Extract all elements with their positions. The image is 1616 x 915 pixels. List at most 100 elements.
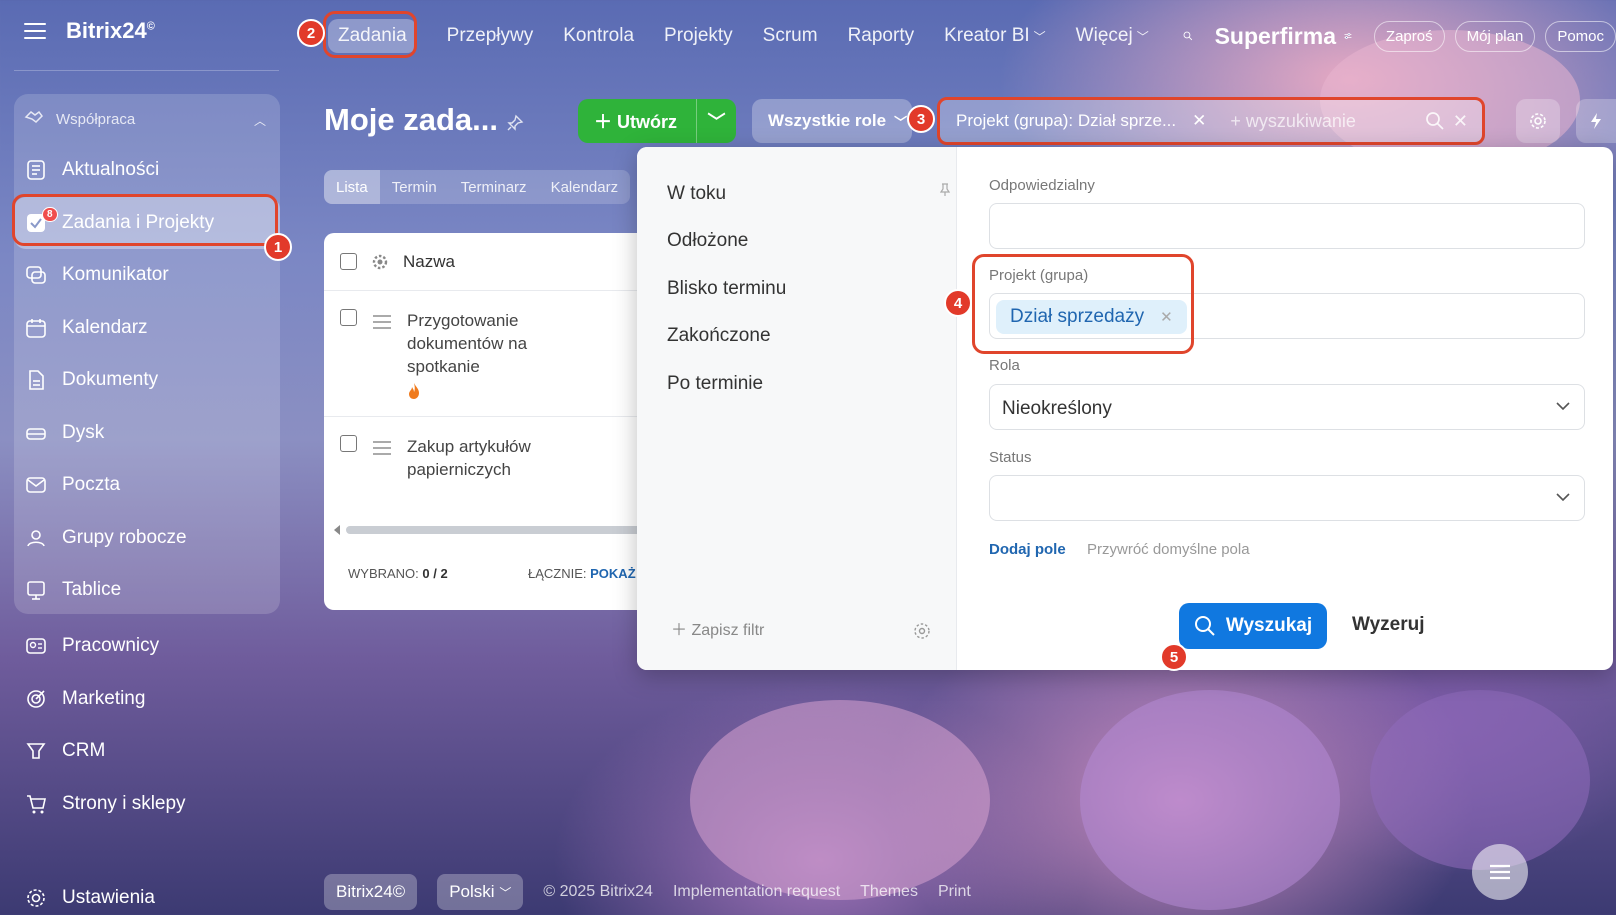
- preset-zakonczone[interactable]: Zakończone: [667, 325, 771, 347]
- task-title[interactable]: Przygotowanie dokumentów na spotkanie: [407, 309, 547, 378]
- role-select[interactable]: Nieokreślony: [989, 384, 1585, 430]
- print-link[interactable]: Print: [938, 883, 971, 901]
- sidebar-section-header[interactable]: Współpraca ︿: [14, 94, 280, 144]
- preset-w-toku[interactable]: W toku: [667, 183, 726, 205]
- grid-settings-button[interactable]: [1516, 99, 1560, 143]
- footer-brand[interactable]: Bitrix24©: [324, 874, 418, 910]
- select-all-checkbox[interactable]: [340, 253, 357, 270]
- tab-kalendarz[interactable]: Kalendarz: [539, 170, 631, 204]
- preset-blisko-terminu[interactable]: Blisko terminu: [667, 278, 786, 300]
- implementation-request-link[interactable]: Implementation request: [673, 883, 840, 901]
- gear-icon[interactable]: [371, 253, 389, 271]
- tab-terminarz[interactable]: Terminarz: [449, 170, 539, 204]
- highlight-zadania-projekty: [12, 194, 278, 246]
- filter-search-bar[interactable]: Projekt (grupa): Dział sprze... ✕ + wyszu…: [937, 97, 1485, 145]
- nav-wiecej[interactable]: Więcej ﹀: [1076, 25, 1149, 47]
- menu-burger-icon[interactable]: [24, 23, 46, 39]
- restore-fields-link[interactable]: Przywróć domyślne pola: [1087, 541, 1250, 558]
- automation-button[interactable]: [1576, 99, 1616, 143]
- sidebar-divider: [14, 70, 279, 71]
- row-checkbox[interactable]: [340, 309, 357, 326]
- add-field-link[interactable]: Dodaj pole: [989, 541, 1066, 558]
- search-button[interactable]: Wyszukaj: [1179, 603, 1327, 649]
- sidebar-item-crm[interactable]: CRM: [14, 725, 280, 778]
- nav-kreator-bi[interactable]: Kreator BI ﹀: [944, 25, 1046, 47]
- sidebar: Bitrix24© Współpraca ︿ Aktualności 8 Zad…: [0, 0, 292, 915]
- search-icon[interactable]: [1425, 111, 1445, 131]
- row-checkbox[interactable]: [340, 435, 357, 452]
- handshake-icon: [24, 107, 44, 131]
- task-title[interactable]: Zakup artykułów papierniczych: [407, 435, 547, 517]
- show-total-link[interactable]: POKAŻ: [590, 566, 636, 581]
- roles-dropdown[interactable]: Wszystkie role ﹀: [752, 99, 912, 143]
- horizontal-scrollbar[interactable]: [332, 524, 662, 536]
- gear-icon[interactable]: [913, 622, 931, 640]
- my-plan-button[interactable]: Mój plan: [1454, 20, 1536, 52]
- preset-po-terminie[interactable]: Po terminie: [667, 373, 763, 395]
- sidebar-item-komunikator[interactable]: Komunikator: [14, 249, 280, 302]
- invite-button[interactable]: Zaproś: [1373, 20, 1445, 52]
- preset-odlozone[interactable]: Odłożone: [667, 230, 748, 252]
- nav-projekty[interactable]: Projekty: [664, 25, 733, 47]
- sidebar-item-label: Dokumenty: [62, 369, 159, 391]
- save-filter-button[interactable]: ＋ Zapisz filtr: [671, 616, 764, 640]
- sidebar-item-pracownicy[interactable]: Pracownicy: [14, 620, 280, 673]
- crm-icon: [24, 739, 48, 763]
- sidebar-item-strony[interactable]: Strony i sklepy: [14, 778, 280, 831]
- clear-icon[interactable]: ✕: [1453, 111, 1468, 132]
- drag-handle-icon[interactable]: [373, 441, 391, 455]
- table-row[interactable]: Zakup artykułów papierniczych: [324, 417, 664, 517]
- sidebar-item-dokumenty[interactable]: Dokumenty: [14, 354, 280, 407]
- sidebar-item-poczta[interactable]: Poczta: [14, 459, 280, 512]
- company-name[interactable]: Superfirma: [1215, 23, 1336, 50]
- chevron-down-icon: ﹀: [1136, 30, 1149, 44]
- help-button[interactable]: Pomoc: [1545, 20, 1616, 52]
- chevron-up-icon[interactable]: ︿: [254, 112, 266, 129]
- sidebar-item-label: Poczta: [62, 474, 121, 496]
- themes-link[interactable]: Themes: [860, 883, 918, 901]
- nav-kontrola[interactable]: Kontrola: [563, 25, 634, 47]
- sidebar-item-kalendarz[interactable]: Kalendarz: [14, 302, 280, 355]
- table-row[interactable]: Przygotowanie dokumentów na spotkanie: [324, 291, 664, 417]
- reset-button[interactable]: Wyzeruj: [1352, 614, 1425, 636]
- sidebar-item-ustawienia[interactable]: Ustawienia: [14, 872, 280, 915]
- close-icon[interactable]: ✕: [1192, 111, 1206, 130]
- sidebar-item-label: Aktualności: [62, 159, 160, 181]
- scrollbar-thumb[interactable]: [346, 526, 662, 534]
- pin-icon[interactable]: [506, 114, 524, 132]
- nav-przeplywy[interactable]: Przepływy: [447, 25, 534, 47]
- tab-lista[interactable]: Lista: [324, 170, 380, 204]
- language-select[interactable]: Polski ﹀: [437, 874, 524, 910]
- status-select[interactable]: [989, 475, 1585, 521]
- callout-3: 3: [907, 105, 935, 133]
- drag-handle-icon[interactable]: [373, 315, 391, 329]
- brand-logo[interactable]: Bitrix24©: [66, 18, 155, 44]
- search-icon[interactable]: [1183, 26, 1193, 46]
- nav-label: Kreator BI: [944, 25, 1030, 46]
- page-footer: Bitrix24© Polski ﹀ © 2025 Bitrix24 Imple…: [324, 874, 971, 910]
- sidebar-item-tablice[interactable]: Tablice: [14, 564, 280, 617]
- chevron-down-icon: [1556, 493, 1570, 502]
- sidebar-item-aktualnosci[interactable]: Aktualności: [14, 144, 280, 197]
- nav-raporty[interactable]: Raporty: [848, 25, 915, 47]
- column-header-name[interactable]: Nazwa: [403, 252, 455, 272]
- create-button[interactable]: ＋ Utwórz ﹀: [578, 99, 736, 143]
- create-dropdown-chevron-icon[interactable]: ﹀: [696, 99, 736, 143]
- sidebar-item-marketing[interactable]: Marketing: [14, 673, 280, 726]
- plus-icon: ＋: [671, 622, 692, 639]
- settings-sliders-icon[interactable]: [1344, 29, 1352, 43]
- active-filter-chip[interactable]: Projekt (grupa): Dział sprze... ✕: [956, 111, 1206, 131]
- search-input[interactable]: + wyszukiwanie: [1230, 111, 1425, 132]
- pin-icon[interactable]: [940, 183, 950, 197]
- sidebar-item-dysk[interactable]: Dysk: [14, 407, 280, 460]
- floating-menu-button[interactable]: [1472, 844, 1528, 900]
- task-grid: Nazwa Przygotowanie dokumentów na spotka…: [324, 233, 664, 610]
- scroll-left-icon[interactable]: [332, 524, 342, 536]
- filter-presets: W toku Odłożone Blisko terminu Zakończon…: [637, 147, 957, 670]
- gear-icon: [24, 886, 48, 910]
- tab-termin[interactable]: Termin: [380, 170, 449, 204]
- sidebar-item-grupy[interactable]: Grupy robocze: [14, 512, 280, 565]
- nav-scrum[interactable]: Scrum: [763, 25, 818, 47]
- responsible-field[interactable]: [989, 203, 1585, 249]
- sidebar-item-label: Strony i sklepy: [62, 792, 186, 814]
